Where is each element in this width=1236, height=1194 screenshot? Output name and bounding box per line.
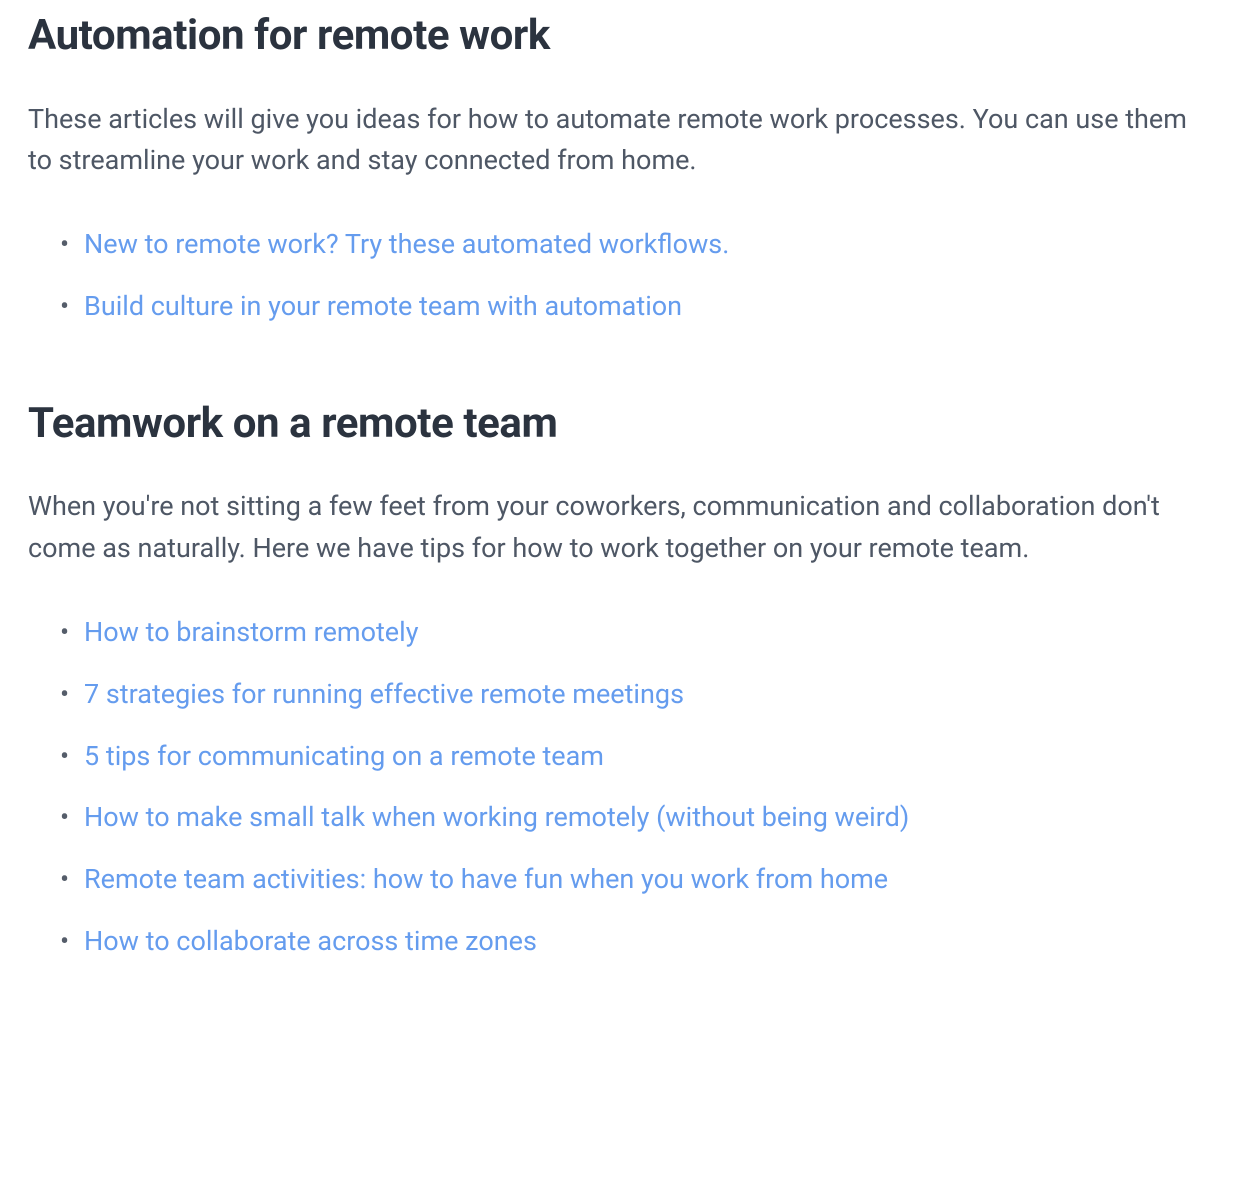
- list-item: Remote team activities: how to have fun …: [60, 861, 1208, 899]
- section-description: When you're not sitting a few feet from …: [28, 486, 1208, 570]
- section-description: These articles will give you ideas for h…: [28, 99, 1208, 183]
- list-item: 5 tips for communicating on a remote tea…: [60, 738, 1208, 776]
- section-automation: Automation for remote work These article…: [28, 10, 1208, 326]
- list-item: 7 strategies for running effective remot…: [60, 676, 1208, 714]
- list-item: How to collaborate across time zones: [60, 923, 1208, 961]
- article-link[interactable]: 7 strategies for running effective remot…: [84, 678, 684, 710]
- list-item: How to make small talk when working remo…: [60, 799, 1208, 837]
- list-item: New to remote work? Try these automated …: [60, 226, 1208, 264]
- article-link[interactable]: How to make small talk when working remo…: [84, 801, 909, 833]
- list-item: How to brainstorm remotely: [60, 614, 1208, 652]
- list-item: Build culture in your remote team with a…: [60, 288, 1208, 326]
- article-link[interactable]: 5 tips for communicating on a remote tea…: [84, 740, 604, 772]
- article-link[interactable]: How to collaborate across time zones: [84, 925, 537, 957]
- article-list: How to brainstorm remotely 7 strategies …: [28, 614, 1208, 961]
- article-link[interactable]: Build culture in your remote team with a…: [84, 290, 682, 322]
- section-heading: Automation for remote work: [28, 10, 1208, 63]
- section-heading: Teamwork on a remote team: [28, 398, 1208, 451]
- article-list: New to remote work? Try these automated …: [28, 226, 1208, 326]
- article-link[interactable]: Remote team activities: how to have fun …: [84, 863, 888, 895]
- article-link[interactable]: How to brainstorm remotely: [84, 616, 418, 648]
- article-link[interactable]: New to remote work? Try these automated …: [84, 228, 729, 260]
- section-teamwork: Teamwork on a remote team When you're no…: [28, 398, 1208, 961]
